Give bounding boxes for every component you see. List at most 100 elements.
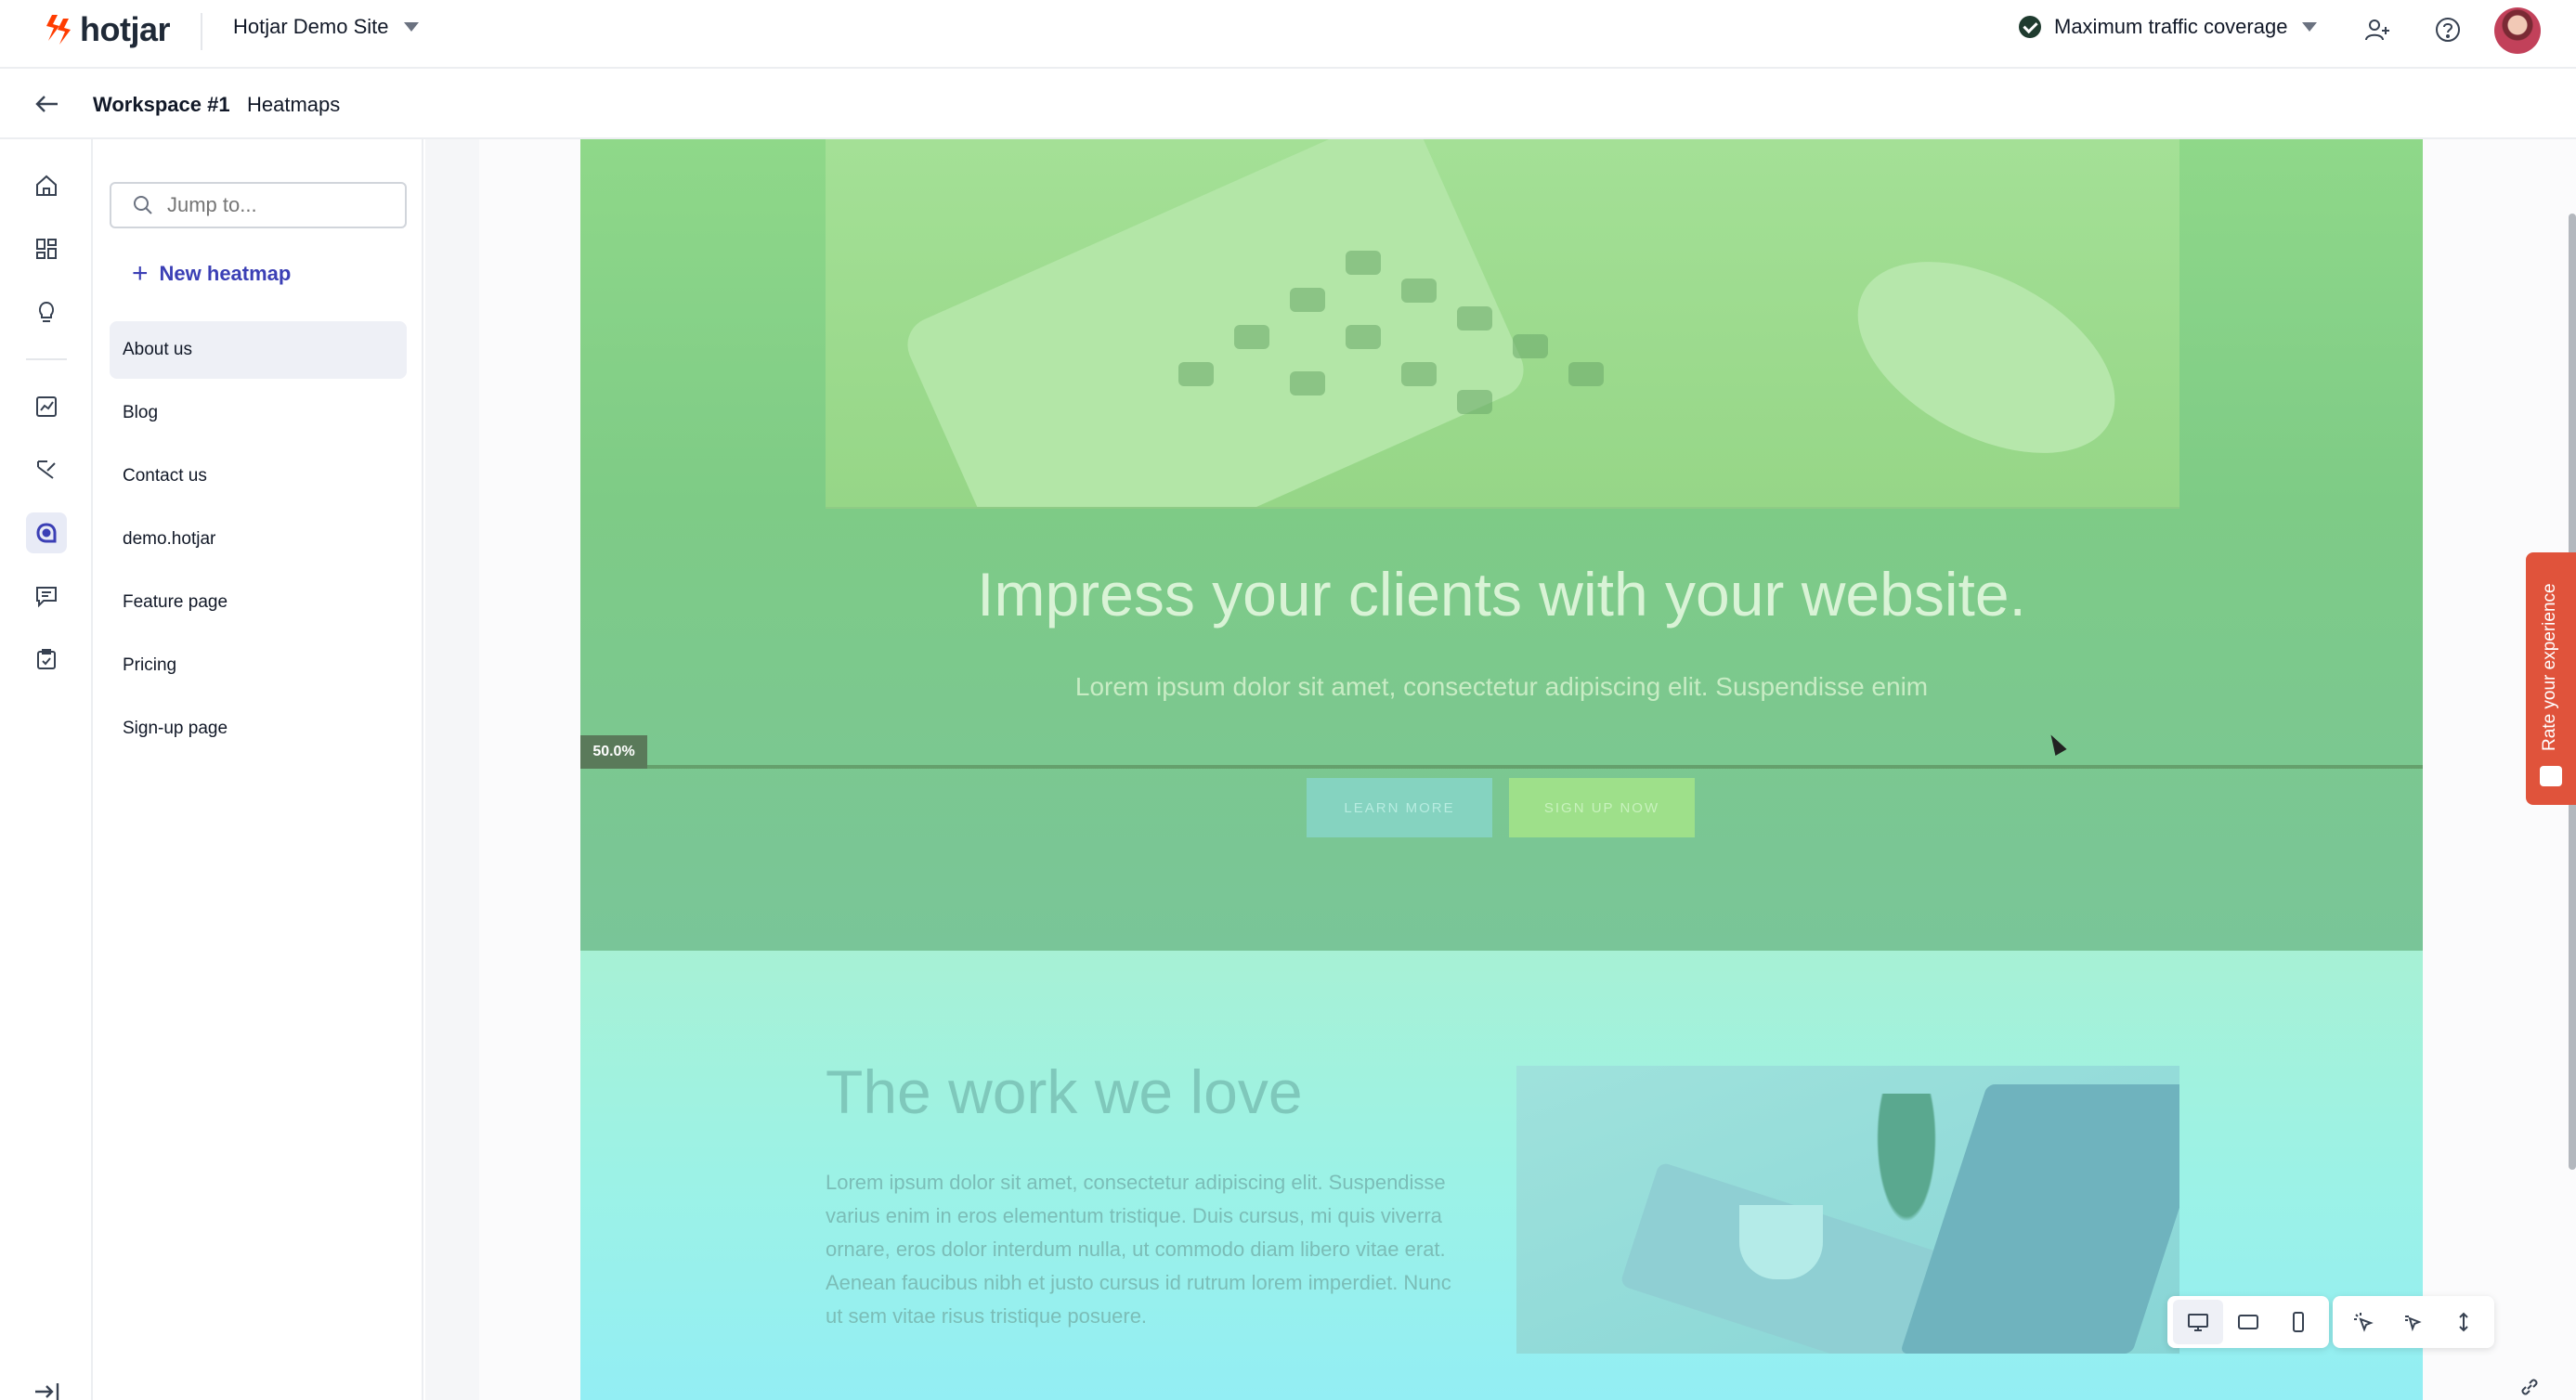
funnels-icon xyxy=(37,460,56,479)
hero-title: Impress your clients with your website. xyxy=(977,560,2026,629)
learn-more-button: LEARN MORE xyxy=(1307,778,1492,837)
rail-item-trends[interactable] xyxy=(26,386,67,427)
heatmap-item-label: About us xyxy=(123,340,192,359)
work-title: The work we love xyxy=(826,1057,1303,1126)
dashboard-icon xyxy=(36,239,57,259)
heatmap-item-feature-page[interactable]: Feature page xyxy=(110,574,407,631)
key-shape xyxy=(1513,334,1548,358)
heatmap-item-label: Feature page xyxy=(123,592,228,612)
sidebar-rail xyxy=(0,139,93,1400)
key-shape xyxy=(1457,306,1492,331)
help-button[interactable] xyxy=(2431,13,2465,46)
lightbulb-icon xyxy=(38,301,55,322)
breadcrumb-workspace[interactable]: Workspace #1 xyxy=(93,93,230,117)
user-avatar[interactable] xyxy=(2494,7,2541,54)
move-map-button[interactable] xyxy=(2388,1300,2439,1344)
heatmap-item-label: Blog xyxy=(123,403,159,422)
heatmap-canvas[interactable]: Impress your clients with your website. … xyxy=(580,139,2423,1400)
tablet-icon xyxy=(2238,1315,2258,1329)
desktop-view-button[interactable] xyxy=(2173,1300,2223,1344)
key-shape xyxy=(1568,362,1604,386)
trends-icon xyxy=(36,396,57,417)
new-heatmap-label: New heatmap xyxy=(159,262,292,285)
hero-image xyxy=(826,139,2179,509)
feedback-icon xyxy=(36,587,57,608)
desktop-icon xyxy=(2188,1314,2208,1331)
rate-experience-label: Rate your experience xyxy=(2540,583,2559,751)
key-shape xyxy=(1290,371,1325,395)
key-shape xyxy=(1290,288,1325,312)
breadcrumb: Workspace #1 Heatmaps xyxy=(0,71,2576,139)
heatmap-item-label: Pricing xyxy=(123,655,177,675)
logo-text: hotjar xyxy=(80,10,171,48)
new-heatmap-button[interactable]: + New heatmap xyxy=(132,260,291,288)
tablet-shape xyxy=(898,139,1533,507)
rail-item-funnels[interactable] xyxy=(26,449,67,490)
smiley-icon xyxy=(2540,766,2562,786)
share-link-button[interactable] xyxy=(2507,1374,2552,1400)
help-icon xyxy=(2436,18,2460,42)
key-shape xyxy=(1346,325,1381,349)
search-icon xyxy=(134,196,152,214)
jump-to-search[interactable] xyxy=(110,182,407,228)
rail-item-highlights[interactable] xyxy=(26,292,67,332)
rail-divider xyxy=(26,358,67,360)
heatmap-item-label: demo.hotjar xyxy=(123,529,216,549)
heatmap-item-about-us[interactable]: About us xyxy=(110,321,407,379)
site-selector[interactable]: Hotjar Demo Site xyxy=(233,15,419,39)
mobile-icon xyxy=(2293,1312,2304,1332)
tablet-view-button[interactable] xyxy=(2223,1300,2273,1344)
hero-subtitle: Lorem ipsum dolor sit amet, consectetur … xyxy=(1074,672,1929,701)
heatmap-item-label: Sign-up page xyxy=(123,719,228,738)
check-circle-icon xyxy=(2019,16,2041,38)
device-toolbar xyxy=(2167,1296,2329,1348)
scroll-depth-line xyxy=(580,765,2423,769)
link-icon xyxy=(2521,1379,2538,1395)
sign-up-button: SIGN UP NOW xyxy=(1509,778,1695,837)
chevron-down-icon xyxy=(403,22,419,32)
key-shape xyxy=(1401,279,1437,303)
key-shape xyxy=(1401,362,1437,386)
heatmap-item-blog[interactable]: Blog xyxy=(110,384,407,442)
add-user-icon xyxy=(2365,19,2389,41)
rail-item-feedback[interactable] xyxy=(26,576,67,616)
key-shape xyxy=(1346,251,1381,275)
plant-shape xyxy=(1869,1094,1944,1242)
heatmap-item-pricing[interactable]: Pricing xyxy=(110,637,407,694)
traffic-coverage-selector[interactable]: Maximum traffic coverage xyxy=(2019,15,2318,39)
topbar-divider xyxy=(201,13,202,50)
heatmap-item-sign-up-page[interactable]: Sign-up page xyxy=(110,700,407,758)
expand-sidebar-icon[interactable] xyxy=(32,1383,61,1400)
mouse-shape xyxy=(1826,222,2147,493)
breadcrumb-heatmaps: Heatmaps xyxy=(247,93,341,116)
rail-item-surveys[interactable] xyxy=(26,639,67,680)
scroll-map-icon xyxy=(2459,1312,2468,1332)
rail-item-heatmaps[interactable] xyxy=(26,512,67,553)
chevron-down-icon xyxy=(2302,22,2318,32)
move-map-icon xyxy=(2405,1316,2422,1332)
back-arrow-icon[interactable] xyxy=(32,89,61,119)
laptop-image xyxy=(1516,1066,2179,1354)
surveys-icon xyxy=(37,649,56,669)
mobile-view-button[interactable] xyxy=(2273,1300,2323,1344)
map-type-toolbar xyxy=(2333,1296,2494,1348)
scroll-depth-badge: 50.0% xyxy=(580,735,647,769)
invite-user-button[interactable] xyxy=(2361,13,2394,46)
key-shape xyxy=(1234,325,1269,349)
heatmap-item-demo-hotjar[interactable]: demo.hotjar xyxy=(110,511,407,568)
click-map-button[interactable] xyxy=(2338,1300,2388,1344)
scroll-map-button[interactable] xyxy=(2439,1300,2489,1344)
heatmap-list-panel: + New heatmap About us Blog Contact us d… xyxy=(95,139,423,1400)
rate-experience-tab[interactable]: Rate your experience xyxy=(2526,552,2576,805)
heatmap-item-contact-us[interactable]: Contact us xyxy=(110,447,407,505)
cup-shape xyxy=(1739,1205,1823,1279)
hotjar-logo[interactable]: hotjar xyxy=(45,9,171,50)
home-icon xyxy=(36,175,57,196)
plus-icon: + xyxy=(132,258,149,289)
heatmaps-icon xyxy=(36,523,57,543)
top-bar: hotjar Hotjar Demo Site Maximum traffic … xyxy=(0,0,2576,69)
rail-item-dashboard[interactable] xyxy=(26,228,67,269)
search-input[interactable] xyxy=(167,193,390,217)
rail-item-home[interactable] xyxy=(26,165,67,206)
traffic-coverage-label: Maximum traffic coverage xyxy=(2054,15,2288,38)
